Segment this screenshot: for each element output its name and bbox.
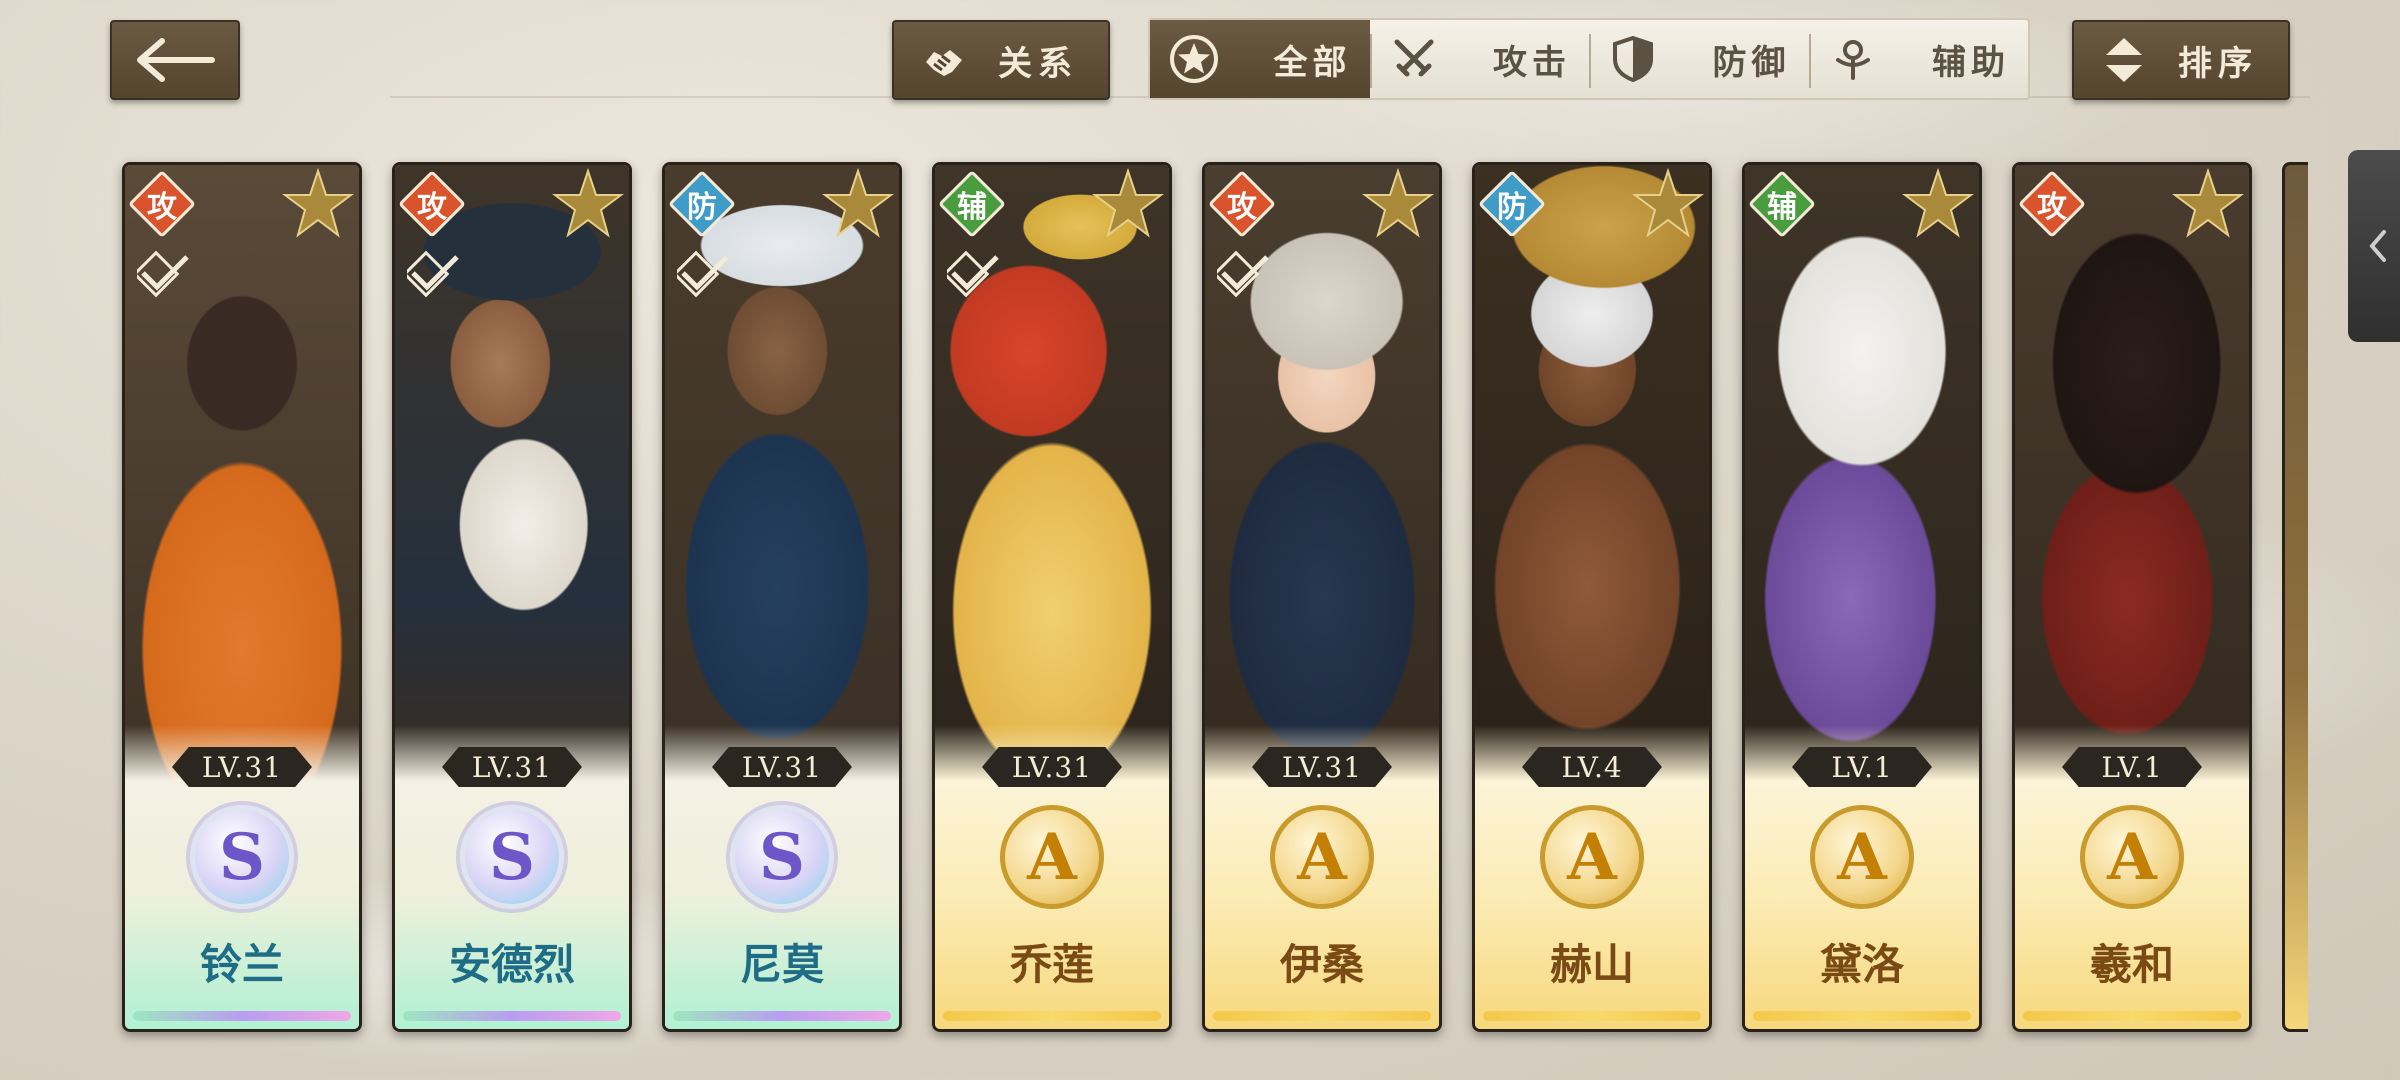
role-badge: 防 bbox=[668, 170, 736, 238]
level-label: LV.4 bbox=[1522, 747, 1662, 787]
level-label: LV.31 bbox=[172, 747, 312, 787]
star-circle-icon bbox=[1164, 29, 1224, 89]
character-name: 黛洛 bbox=[1819, 940, 1904, 989]
role-badge: 辅 bbox=[1748, 170, 1816, 238]
crossed-swords-icon bbox=[1384, 29, 1444, 89]
character-portrait bbox=[1745, 165, 1979, 785]
character-name: 赫山 bbox=[1549, 940, 1634, 989]
level-label: LV.31 bbox=[982, 747, 1122, 787]
character-card[interactable]: 攻 LV.31 S 铃兰 bbox=[122, 162, 362, 1032]
tab-support-label: 辅助 bbox=[1932, 42, 2010, 83]
relation-button[interactable]: 关系 bbox=[892, 20, 1110, 100]
chevron-left-icon bbox=[2369, 230, 2386, 262]
tab-defense[interactable]: 防御 bbox=[1589, 20, 1809, 98]
support-icon bbox=[1823, 29, 1883, 89]
star-icon bbox=[822, 167, 894, 238]
tab-all[interactable]: 全部 bbox=[1150, 20, 1370, 98]
character-name: 铃兰 bbox=[199, 940, 284, 989]
rank-badge: S bbox=[190, 805, 294, 909]
owned-check-icon bbox=[1217, 250, 1269, 298]
tab-support[interactable]: 辅助 bbox=[1808, 20, 2029, 98]
character-name: 羲和 bbox=[2089, 940, 2174, 989]
rank-badge: A bbox=[1540, 805, 1644, 909]
back-arrow-icon bbox=[137, 38, 215, 82]
role-badge: 防 bbox=[1478, 170, 1546, 238]
rank-badge: S bbox=[460, 805, 564, 909]
character-card[interactable]: 防 LV.4 A 赫山 bbox=[1472, 162, 1712, 1032]
character-name: 安德烈 bbox=[448, 940, 575, 989]
rank-badge: S bbox=[730, 805, 834, 909]
character-portrait bbox=[1475, 165, 1709, 785]
rank-badge: A bbox=[1000, 805, 1104, 909]
role-badge: 攻 bbox=[2018, 170, 2086, 238]
level-label: LV.31 bbox=[442, 747, 582, 787]
star-icon bbox=[2172, 167, 2244, 238]
sort-label: 排序 bbox=[2178, 43, 2258, 84]
level-label: LV.31 bbox=[1252, 747, 1392, 787]
star-icon bbox=[1092, 167, 1164, 238]
character-name: 尼莫 bbox=[739, 940, 824, 989]
rank-badge: A bbox=[2080, 805, 2184, 909]
star-icon bbox=[1362, 167, 1434, 238]
role-badge: 攻 bbox=[128, 170, 196, 238]
owned-check-icon bbox=[407, 250, 459, 298]
rank-badge: A bbox=[1270, 805, 1374, 909]
star-icon bbox=[1902, 167, 1974, 238]
character-portrait bbox=[2015, 165, 2249, 785]
owned-check-icon bbox=[677, 250, 729, 298]
role-badge: 攻 bbox=[1208, 170, 1276, 238]
tab-attack-label: 攻击 bbox=[1493, 42, 1571, 83]
role-badge: 辅 bbox=[938, 170, 1006, 238]
sort-button[interactable]: 排序 bbox=[2072, 20, 2290, 100]
level-label: LV.1 bbox=[1792, 747, 1932, 787]
sort-icon bbox=[2094, 30, 2154, 90]
handshake-icon bbox=[914, 30, 974, 90]
level-label: LV.31 bbox=[712, 747, 852, 787]
character-card[interactable]: 辅 LV.1 A 黛洛 bbox=[1742, 162, 1982, 1032]
back-button[interactable] bbox=[110, 20, 240, 100]
role-filter-bar: 全部 攻击 防御 辅助 bbox=[1148, 18, 2030, 100]
character-card[interactable]: 辅 LV.31 A 乔莲 bbox=[932, 162, 1172, 1032]
character-card[interactable]: 防 LV.31 S 尼莫 bbox=[662, 162, 902, 1032]
role-badge: 攻 bbox=[398, 170, 466, 238]
tab-defense-label: 防御 bbox=[1712, 42, 1791, 83]
star-icon bbox=[552, 167, 624, 238]
character-card[interactable]: 攻 LV.31 S 安德烈 bbox=[392, 162, 632, 1032]
rank-badge: A bbox=[1810, 805, 1914, 909]
tab-attack[interactable]: 攻击 bbox=[1369, 20, 1590, 98]
character-name: 伊桑 bbox=[1279, 940, 1364, 989]
shield-icon bbox=[1603, 29, 1663, 89]
character-name: 乔莲 bbox=[1009, 940, 1094, 989]
character-card-partial[interactable] bbox=[2282, 162, 2308, 1032]
side-panel-toggle[interactable] bbox=[2348, 150, 2400, 342]
star-icon bbox=[1632, 167, 1704, 238]
level-label: LV.1 bbox=[2062, 747, 2202, 787]
owned-check-icon bbox=[947, 250, 999, 298]
character-card[interactable]: 攻 LV.1 A 羲和 bbox=[2012, 162, 2252, 1032]
tab-all-label: 全部 bbox=[1273, 42, 1352, 83]
star-icon bbox=[282, 167, 354, 238]
relation-label: 关系 bbox=[998, 43, 1078, 84]
owned-check-icon bbox=[137, 250, 189, 298]
character-card[interactable]: 攻 LV.31 A 伊桑 bbox=[1202, 162, 1442, 1032]
